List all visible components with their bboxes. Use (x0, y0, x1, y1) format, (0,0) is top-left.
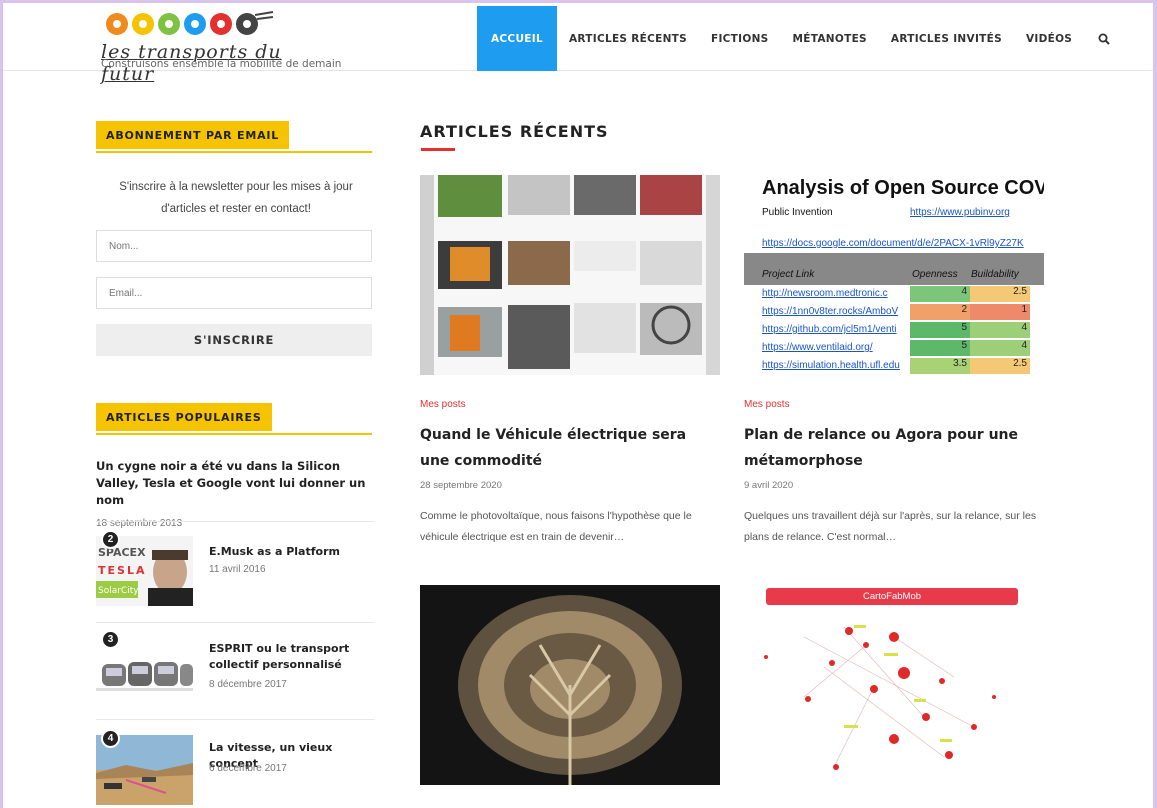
sheet-cell-link: https://www.ventilaid.org/ (762, 342, 873, 353)
site-logo[interactable]: les transports du futur Construisons ens… (99, 9, 342, 85)
nav-fictions[interactable]: FICTIONS (699, 6, 781, 71)
search-icon (1098, 33, 1110, 45)
popular-item-date: 8 décembre 2017 (209, 679, 287, 690)
sheet-cell-buildability: 4 (970, 322, 1030, 338)
divider (96, 521, 374, 522)
sheet-cell-link: https://1nn0v8ter.rocks/AmboV (762, 306, 899, 317)
sheet-row-label: Public Invention (762, 207, 833, 218)
article-image-vehicules[interactable] (420, 175, 720, 375)
article-image-covid-sheet[interactable]: Analysis of Open Source COVID- Public In… (744, 175, 1044, 375)
nav-accueil[interactable]: ACCUEIL (477, 6, 557, 71)
popular-item-3[interactable]: 3 ESPRIT ou le transport collectif perso… (96, 630, 374, 708)
heading-underline (421, 148, 455, 151)
article-image-tree[interactable] (420, 585, 720, 785)
sheet-header-openness: Openness (912, 269, 958, 280)
popular-item-title[interactable]: Un cygne noir a été vu dans la Silicon V… (96, 458, 374, 509)
search-button[interactable] (1084, 6, 1124, 71)
rank-badge: 3 (101, 630, 120, 649)
name-field[interactable] (96, 230, 372, 262)
article-image-cartofabmob[interactable]: CartoFabMob (744, 585, 1044, 785)
nav-articles-invites[interactable]: ARTICLES INVITÉS (879, 6, 1014, 71)
article-date: 9 avril 2020 (744, 480, 794, 491)
popular-item-title[interactable]: E.Musk as a Platform (209, 544, 374, 560)
sheet-cell-link: http://newsroom.medtronic.c (762, 288, 888, 299)
popular-item-4[interactable]: 4 La vitesse, un vieux concept 6 décembr… (96, 729, 374, 807)
article-card-1: Mes posts Quand le Véhicule électrique s… (420, 175, 720, 575)
sheet-cell-openness: 4 (910, 286, 970, 302)
email-field[interactable] (96, 277, 372, 309)
section-heading: ARTICLES RÉCENTS (420, 122, 609, 141)
newsletter-heading: ABONNEMENT PAR EMAIL (96, 121, 372, 153)
sheet-cell-buildability: 2.5 (970, 286, 1030, 302)
sheet-cell-link: https://simulation.health.ufl.edu (762, 360, 900, 371)
thumb-solarcity-text: SolarCity (98, 586, 139, 596)
article-title[interactable]: Plan de relance ou Agora pour une métamo… (744, 422, 1044, 474)
sheet-doc-link: https://docs.google.com/document/d/e/2PA… (762, 238, 1024, 249)
article-title[interactable]: Quand le Véhicule électrique sera une co… (420, 422, 720, 474)
popular-item-title[interactable]: ESPRIT ou le transport collectif personn… (209, 641, 374, 673)
divider (96, 622, 374, 623)
sheet-cell-link: https://github.com/jcl5m1/venti (762, 324, 897, 335)
subscribe-button[interactable]: S'INSCRIRE (96, 324, 372, 356)
sheet-cell-openness: 2 (910, 304, 970, 320)
thumb-tesla-text: TESLA (98, 564, 146, 577)
sheet-title: Analysis of Open Source COVID- (762, 177, 1044, 199)
sheet-header-link: Project Link (762, 269, 815, 280)
popular-heading: ARTICLES POPULAIRES (96, 403, 372, 435)
sheet-cell-buildability: 1 (970, 304, 1030, 320)
popular-item-date: 11 avril 2016 (209, 564, 266, 575)
sheet-cell-openness: 5 (910, 322, 970, 338)
sheet-cell-buildability: 4 (970, 340, 1030, 356)
article-date: 28 septembre 2020 (420, 480, 502, 491)
nav-metanotes[interactable]: MÉTANOTES (781, 6, 879, 71)
sheet-rows: http://newsroom.medtronic.c 4 2.5 https:… (744, 286, 1044, 375)
sheet-header-buildability: Buildability (971, 269, 1019, 280)
article-category[interactable]: Mes posts (420, 399, 466, 410)
article-excerpt: Quelques uns travaillent déjà sur l'aprè… (744, 510, 1037, 543)
site-header: les transports du futur Construisons ens… (3, 3, 1153, 85)
article-category[interactable]: Mes posts (744, 399, 790, 410)
site-tagline: Construisons ensemble la mobilité de dem… (101, 58, 342, 70)
divider (96, 719, 374, 720)
nav-videos[interactable]: VIDÉOS (1014, 6, 1084, 71)
rank-badge: 2 (101, 530, 120, 549)
newsletter-text: S'inscrire à la newsletter pour les mise… (119, 181, 353, 215)
sheet-cell-openness: 5 (910, 340, 970, 356)
popular-item-1[interactable]: Un cygne noir a été vu dans la Silicon V… (96, 458, 374, 529)
sheet-cell-openness: 3.5 (910, 358, 970, 374)
popular-item-date: 6 décembre 2017 (209, 763, 287, 774)
sheet-cell-buildability: 2.5 (970, 358, 1030, 374)
main-nav: ACCUEIL ARTICLES RÉCENTS FICTIONS MÉTANO… (477, 6, 1124, 71)
nav-articles-recents[interactable]: ARTICLES RÉCENTS (557, 6, 699, 71)
sheet-row-link: https://www.pubinv.org (910, 207, 1010, 218)
popular-item-date: 18 septembre 2013 (96, 518, 183, 529)
carto-banner: CartoFabMob (766, 588, 1018, 605)
rank-badge: 4 (101, 729, 120, 748)
popular-item-2[interactable]: 2 SPACEX TESLA SolarCity E.Musk as a Pla… (96, 530, 374, 608)
logo-circles-icon (106, 11, 274, 35)
article-card-2: Analysis of Open Source COVID- Public In… (744, 175, 1044, 575)
article-excerpt: Comme le photovoltaïque, nous faisons l'… (420, 510, 692, 543)
browser-page: les transports du futur Construisons ens… (2, 3, 1153, 808)
